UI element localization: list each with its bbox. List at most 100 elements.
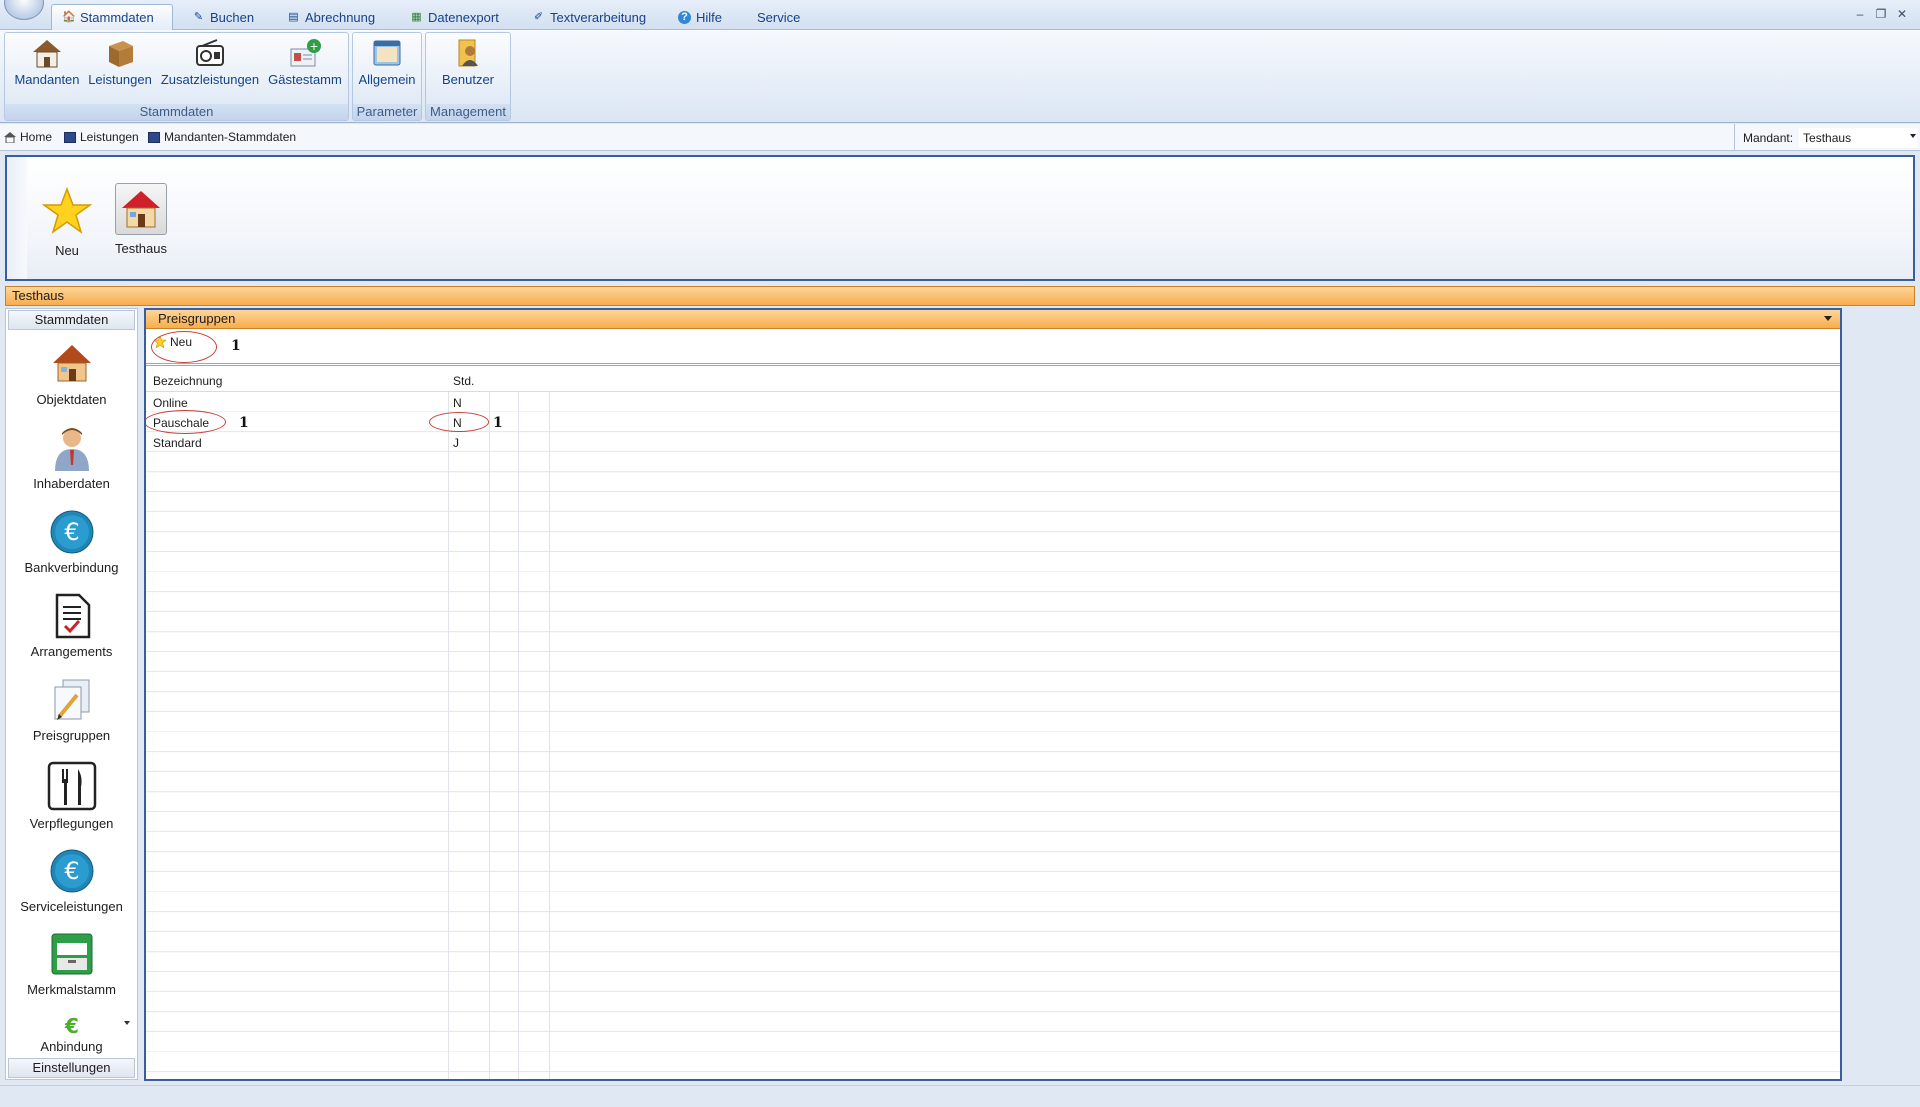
sidebar-item-label: Objektdaten <box>36 392 107 407</box>
scroll-down-icon[interactable] <box>124 1021 130 1025</box>
sidebar-item-serviceleistungen[interactable]: € Serviceleistungen <box>6 848 137 914</box>
sidebar-item-verpflegungen[interactable]: Verpflegungen <box>6 761 137 831</box>
cell-std: N <box>453 396 462 410</box>
mandant-selector: Mandant: Testhaus <box>1734 124 1920 151</box>
ribbon-button-label: Gästestamm <box>268 72 342 87</box>
breadcrumb-leistungen[interactable]: Leistungen <box>64 130 139 144</box>
box-icon <box>103 37 137 69</box>
gaestestamm-button[interactable]: + Gästestamm <box>265 37 345 95</box>
restore-icon[interactable]: ❐ <box>1873 6 1889 22</box>
tab-datenexport[interactable]: ▦ Datenexport <box>400 4 509 30</box>
zusatzleistungen-button[interactable]: Zusatzleistungen <box>155 37 265 95</box>
house-icon <box>49 341 95 387</box>
table-row[interactable]: Pauschale N <box>146 413 1840 433</box>
ribbon-group-label: Stammdaten <box>5 104 348 120</box>
mandant-label: Mandant: <box>1743 130 1794 145</box>
ribbon-button-label: Leistungen <box>88 72 152 87</box>
cell-bezeichnung: Online <box>153 396 188 410</box>
sidebar-item-label: Inhaberdaten <box>33 476 110 491</box>
column-divider <box>549 370 550 1079</box>
sidebar-item-bankverbindung[interactable]: € Bankverbindung <box>6 509 137 575</box>
cabinet-icon <box>49 931 95 977</box>
application-menu-button[interactable] <box>4 0 44 20</box>
abrechnung-icon: ▤ <box>288 10 299 23</box>
sidebar-item-anbindung[interactable]: € Anbindung <box>6 1014 137 1054</box>
tab-label: Textverarbeitung <box>550 9 647 25</box>
sidebar: Stammdaten Objektdaten Inhaberdaten € Ba… <box>5 308 138 1080</box>
tab-abrechnung[interactable]: ▤ Abrechnung <box>277 4 385 30</box>
ribbon-button-label: Zusatzleistungen <box>160 72 260 87</box>
breadcrumb-home[interactable]: Home <box>4 130 52 144</box>
close-icon[interactable]: ✕ <box>1894 6 1910 22</box>
neu-mandant-button[interactable]: Neu <box>39 185 95 258</box>
mandanten-button[interactable]: Mandanten <box>9 37 85 95</box>
testhaus-label: Testhaus <box>114 241 168 256</box>
euro-green-icon: € <box>59 1014 85 1038</box>
table-row[interactable]: Standard J <box>146 433 1840 453</box>
tab-service[interactable]: Service <box>747 4 810 30</box>
chevron-down-icon[interactable] <box>1824 316 1832 321</box>
breadcrumb-label: Leistungen <box>80 130 139 144</box>
tab-hilfe[interactable]: ? Hilfe <box>668 4 732 30</box>
sidebar-item-inhaberdaten[interactable]: Inhaberdaten <box>6 425 137 491</box>
sidebar-header-stammdaten[interactable]: Stammdaten <box>8 310 135 330</box>
preisgruppen-header[interactable]: Preisgruppen <box>146 310 1840 329</box>
allgemein-button[interactable]: Allgemein <box>355 37 419 95</box>
ribbon-button-label: Mandanten <box>14 72 80 87</box>
leistungen-button[interactable]: Leistungen <box>85 37 155 95</box>
panel-strip <box>7 157 27 279</box>
tab-textverarbeitung[interactable]: ✐ Textverarbeitung <box>522 4 656 30</box>
highlight-oval <box>146 410 226 434</box>
window-icon <box>148 131 160 143</box>
sidebar-item-objektdaten[interactable]: Objektdaten <box>6 341 137 407</box>
tab-label: Stammdaten <box>80 10 154 25</box>
home-icon <box>4 131 16 143</box>
cell-std: J <box>453 436 459 450</box>
mandant-dropdown[interactable]: Testhaus <box>1799 127 1918 148</box>
stammdaten-icon: 🏠 <box>62 11 76 23</box>
tab-label: Abrechnung <box>305 9 376 25</box>
radio-icon <box>193 37 227 69</box>
house-icon <box>115 183 167 235</box>
column-divider <box>489 370 490 1079</box>
svg-text:+: + <box>309 40 318 53</box>
table-header: Bezeichnung Std. <box>146 370 1840 392</box>
cell-bezeichnung: Standard <box>153 436 202 450</box>
benutzer-button[interactable]: Benutzer <box>432 37 504 95</box>
highlight-oval <box>151 331 217 363</box>
breadcrumb-label: Mandanten-Stammdaten <box>164 130 297 144</box>
ribbon-group-label: Management <box>426 104 510 120</box>
ribbon-group-management: Benutzer Management <box>425 32 511 121</box>
chevron-down-icon[interactable] <box>1910 134 1916 138</box>
svg-text:€: € <box>64 518 79 546</box>
highlight-oval <box>429 412 489 432</box>
buchen-icon: ✎ <box>193 10 204 23</box>
ribbon-group-parameter: Allgemein Parameter <box>352 32 422 121</box>
status-bar <box>0 1085 1920 1107</box>
house-icon <box>30 37 64 69</box>
textverarbeitung-icon: ✐ <box>533 10 544 23</box>
ribbon: Mandanten Leistungen Zusatzleistungen + … <box>0 30 1920 123</box>
column-header-std[interactable]: Std. <box>453 374 474 388</box>
neu-label: Neu <box>55 243 79 258</box>
tab-buchen[interactable]: ✎ Buchen <box>182 4 264 30</box>
breadcrumb-mandanten-stammdaten[interactable]: Mandanten-Stammdaten <box>148 130 296 144</box>
sidebar-item-arrangements[interactable]: Arrangements <box>6 593 137 659</box>
documents-pencil-icon <box>49 677 95 723</box>
column-header-bezeichnung[interactable]: Bezeichnung <box>153 374 222 388</box>
sidebar-item-label: Bankverbindung <box>24 560 119 575</box>
window-icon <box>64 131 76 143</box>
minimize-icon[interactable]: – <box>1852 6 1868 22</box>
euro-icon: € <box>49 509 95 555</box>
ribbon-button-label: Allgemein <box>358 72 416 87</box>
table-row[interactable]: Online N <box>146 393 1840 413</box>
tab-label: Buchen <box>210 9 255 25</box>
testhaus-button[interactable]: Testhaus <box>111 183 171 256</box>
sidebar-item-preisgruppen[interactable]: Preisgruppen <box>6 677 137 743</box>
sidebar-item-merkmalstamm[interactable]: Merkmalstamm <box>6 931 137 997</box>
panel-title: Preisgruppen <box>158 311 236 326</box>
settings-window-icon <box>370 37 404 69</box>
sidebar-header-einstellungen[interactable]: Einstellungen <box>8 1058 135 1078</box>
tab-stammdaten[interactable]: 🏠 Stammdaten <box>51 4 173 30</box>
preisgruppen-table: Bezeichnung Std. Online N Pauschale N St… <box>146 370 1840 1079</box>
